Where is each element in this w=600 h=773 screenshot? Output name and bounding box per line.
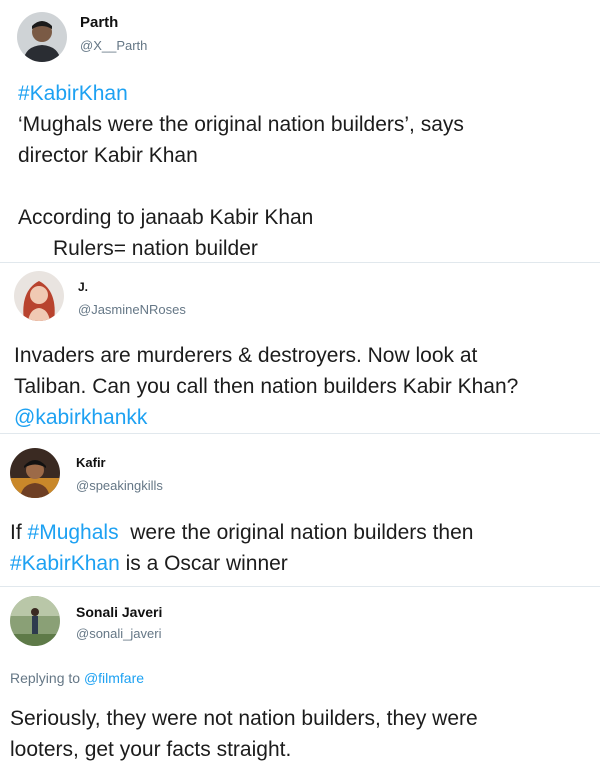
tweet-line: #KabirKhan [18, 78, 464, 109]
hashtag-link[interactable]: #KabirKhan [10, 552, 120, 575]
user-handle[interactable]: @JasmineNRoses [78, 302, 186, 317]
hashtag-link[interactable]: #KabirKhan [18, 82, 128, 105]
user-handle[interactable]: @sonali_javeri [76, 626, 161, 641]
tweet-line: Seriously, they were not nation builders… [10, 703, 478, 734]
tweet-line [18, 171, 464, 202]
tweet-line: director Kabir Khan [18, 140, 464, 171]
avatar[interactable] [17, 12, 67, 62]
tweet-line: Rulers= nation builder [18, 233, 464, 264]
tweet-line: #KabirKhan is a Oscar winner [10, 548, 473, 579]
avatar[interactable] [10, 596, 60, 646]
tweet-text: #KabirKhan ‘Mughals were the original nat… [18, 78, 464, 264]
avatar-image [14, 271, 64, 321]
avatar[interactable] [10, 448, 60, 498]
avatar[interactable] [14, 271, 64, 321]
tweet-sonali: Sonali Javeri @sonali_javeri Replying to… [0, 587, 600, 773]
tweet-line: looters, get your facts straight. [10, 734, 478, 765]
tweet-text-segment: Seriously, they were not nation builders… [10, 707, 478, 730]
tweet-line: According to janaab Kabir Khan [18, 202, 464, 233]
tweet-text: Seriously, they were not nation builders… [10, 703, 478, 765]
display-name[interactable]: J. [78, 280, 88, 294]
user-handle[interactable]: @X__Parth [80, 38, 147, 53]
tweet-text-segment: is a Oscar winner [119, 552, 288, 575]
tweet-j: J. @JasmineNRoses Invaders are murderers… [0, 263, 600, 433]
tweet-text-segment: were the original nation builders then [118, 521, 474, 544]
tweet-parth: Parth @X__Parth #KabirKhan ‘Mughals were … [0, 0, 600, 262]
avatar-image [10, 596, 60, 646]
tweet-line: Invaders are murderers & destroyers. Now… [14, 340, 518, 371]
tweet-text: Invaders are murderers & destroyers. Now… [14, 340, 518, 433]
avatar-image [17, 12, 67, 62]
tweet-line: Taliban. Can you call then nation builde… [14, 371, 518, 402]
tweet-text-segment: Taliban. Can you call then nation builde… [14, 375, 519, 398]
tweet-text-segment: Rulers= nation builder [18, 237, 258, 260]
user-handle[interactable]: @speakingkills [76, 478, 163, 493]
tweet-text: If #Mughals were the original nation bui… [10, 517, 473, 579]
tweet-text-segment: If [10, 521, 28, 544]
tweet-kafir: Kafir @speakingkills If #Mughals were th… [0, 434, 600, 586]
display-name[interactable]: Parth [80, 14, 118, 31]
tweet-text-segment: According to janaab Kabir Khan [18, 206, 314, 229]
display-name[interactable]: Sonali Javeri [76, 604, 162, 620]
tweet-line: ‘Mughals were the original nation builde… [18, 109, 464, 140]
tweet-text-segment: ‘Mughals were the original nation builde… [18, 113, 464, 136]
replying-to-link[interactable]: @filmfare [84, 670, 144, 686]
mention-link[interactable]: @kabirkhankk [14, 406, 147, 429]
tweet-text-segment: looters, get your facts straight. [10, 738, 292, 761]
display-name[interactable]: Kafir [76, 455, 106, 470]
avatar-image [10, 448, 60, 498]
hashtag-link[interactable]: #Mughals [28, 521, 119, 544]
tweet-text-segment: Invaders are murderers & destroyers. Now… [14, 344, 478, 367]
tweet-line: If #Mughals were the original nation bui… [10, 517, 473, 548]
replying-to: Replying to @filmfare [10, 670, 144, 686]
tweet-line: @kabirkhankk [14, 402, 518, 433]
replying-to-label: Replying to [10, 670, 84, 686]
tweet-text-segment: director Kabir Khan [18, 144, 198, 167]
